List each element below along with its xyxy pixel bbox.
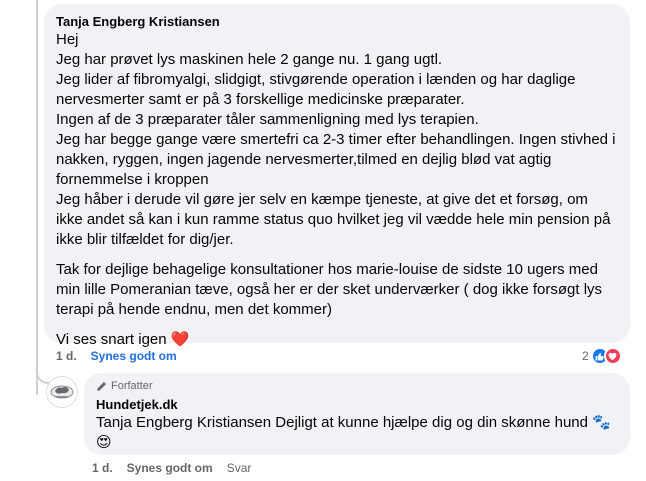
comment-paragraph-2: Tak for dejlige behagelige konsultatione… bbox=[56, 261, 603, 318]
reply-button[interactable]: Svar bbox=[227, 461, 252, 475]
reply-bubble: Forfatter Hundetjek.dk Tanja Engberg Kri… bbox=[84, 373, 630, 455]
comment-paragraph-3: Vi ses snart igen ❤️ bbox=[56, 330, 618, 350]
heart-emoji-icon: ❤️ bbox=[170, 331, 190, 348]
comment-bubble: Tanja Engberg Kristiansen Hej Jeg har pr… bbox=[44, 4, 630, 348]
comment-actions: 1 d. Synes godt om bbox=[56, 349, 177, 363]
comment-closing: Vi ses snart igen bbox=[56, 331, 167, 348]
reply-timestamp[interactable]: 1 d. bbox=[92, 461, 113, 475]
page-avatar[interactable] bbox=[46, 376, 78, 408]
author-badge: Forfatter bbox=[96, 379, 618, 393]
comment-timestamp[interactable]: 1 d. bbox=[56, 349, 77, 363]
reply-body: Tanja Engberg Kristiansen Dejligt at kun… bbox=[96, 413, 618, 453]
reaction-count: 2 bbox=[582, 349, 589, 363]
reply-author[interactable]: Hundetjek.dk bbox=[96, 396, 618, 413]
comment-author[interactable]: Tanja Engberg Kristiansen bbox=[56, 13, 618, 30]
reply-text: Dejligt at kunne hjælpe dig og din skønn… bbox=[271, 414, 611, 431]
comment-paragraph-1: Hej Jeg har prøvet lys maskinen hele 2 g… bbox=[56, 31, 616, 248]
reply-actions: 1 d. Synes godt om Svar bbox=[92, 461, 251, 475]
comment-body: Hej Jeg har prøvet lys maskinen hele 2 g… bbox=[56, 30, 618, 350]
reply-mention[interactable]: Tanja Engberg Kristiansen bbox=[96, 414, 271, 431]
author-badge-label: Forfatter bbox=[111, 380, 153, 392]
dog-logo-icon bbox=[47, 377, 77, 407]
reply-like-button[interactable]: Synes godt om bbox=[127, 461, 213, 475]
pencil-icon bbox=[97, 381, 106, 391]
reaction-summary[interactable]: 2 bbox=[582, 347, 622, 365]
love-icon bbox=[603, 347, 622, 365]
like-button[interactable]: Synes godt om bbox=[91, 349, 177, 363]
thread-line bbox=[36, 0, 38, 395]
heart-eyes-emoji-icon: 😍 bbox=[96, 434, 112, 451]
